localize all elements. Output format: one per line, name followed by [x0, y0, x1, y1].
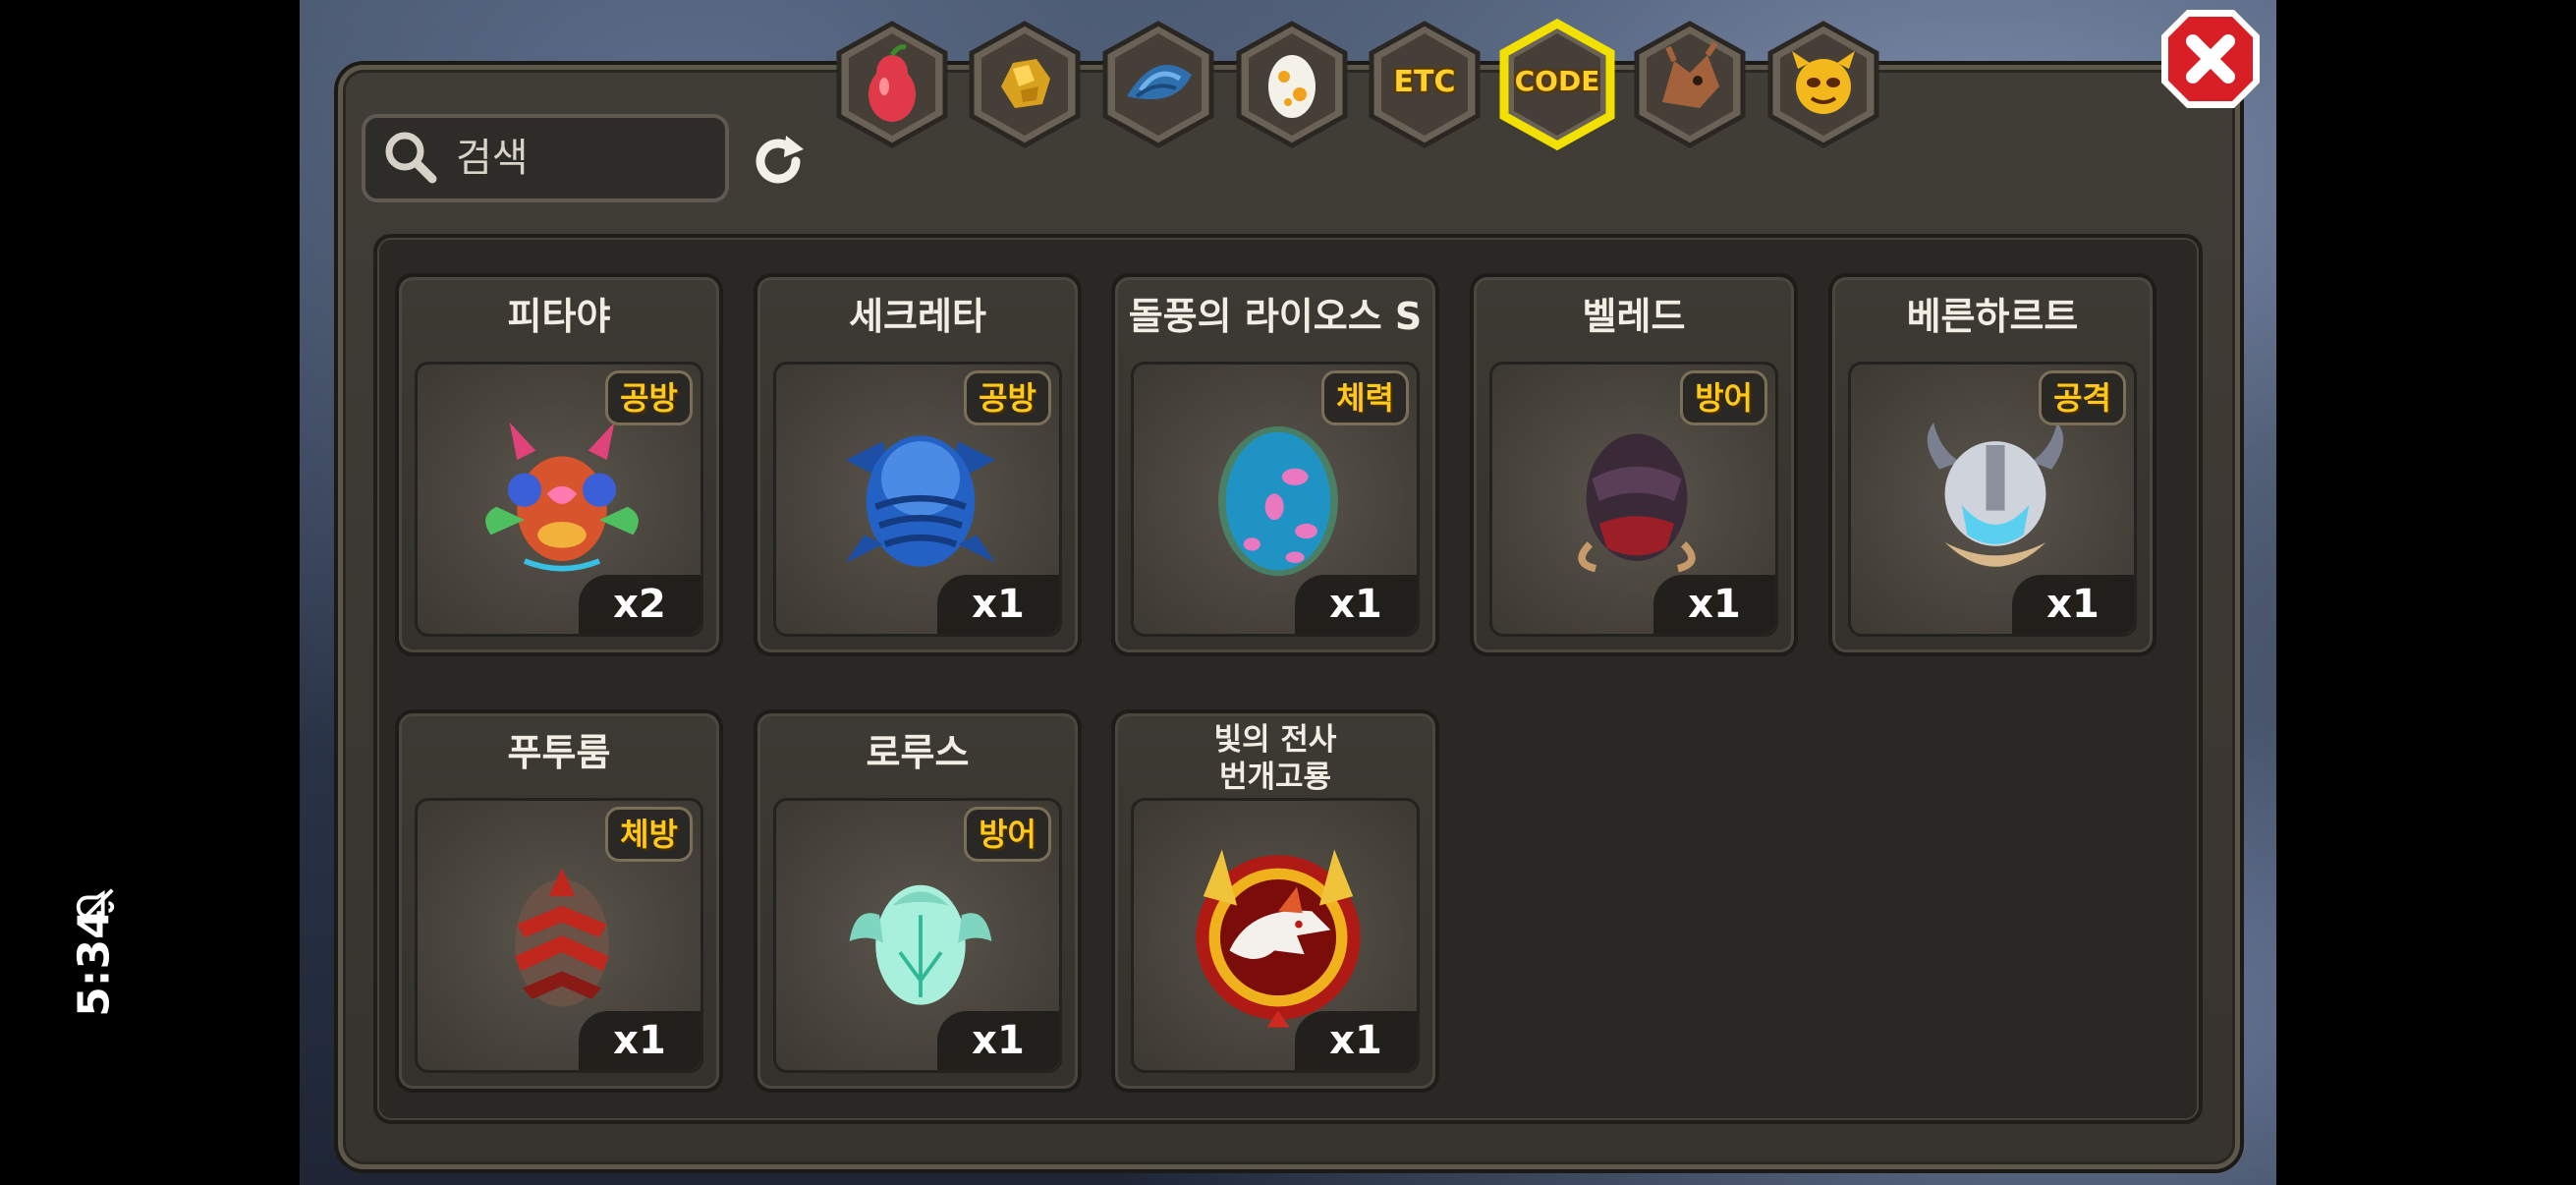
item-card[interactable]: 로루스방어 x1 — [754, 709, 1082, 1093]
tab-egg[interactable] — [1231, 18, 1353, 151]
tab-monster[interactable] — [1763, 18, 1884, 151]
item-card[interactable]: 피타야공방 x2 — [395, 273, 723, 656]
red-spiked-egg-icon — [515, 868, 609, 1007]
item-card[interactable]: 벨레드방어 x1 — [1470, 273, 1798, 656]
item-slot: 공방 x2 — [415, 362, 703, 637]
item-quantity: x1 — [937, 575, 1059, 634]
item-name: 피타야 — [507, 295, 611, 338]
item-name: 베른하르트 — [1906, 295, 2079, 338]
item-slot: 체력 x1 — [1131, 362, 1420, 637]
egg-icon — [1268, 55, 1316, 118]
item-quantity: x1 — [1295, 1011, 1417, 1070]
item-card[interactable]: 빛의 전사 번개고룡 x1 — [1111, 709, 1439, 1093]
stat-badge: 체력 — [1321, 370, 1409, 425]
tab-etc[interactable]: ETC — [1364, 18, 1485, 151]
tab-fruit[interactable] — [831, 18, 953, 151]
item-name: 벨레드 — [1582, 295, 1686, 338]
blue-scaled-egg-icon — [845, 435, 996, 567]
hexagon-tab-frame — [969, 21, 1081, 148]
item-quantity: x1 — [1295, 575, 1417, 634]
hexagon-tab-frame — [1634, 21, 1746, 148]
stat-badge: 체방 — [605, 807, 693, 862]
hexagon-tab-frame — [1236, 21, 1348, 148]
winged-mint-egg-icon — [849, 884, 992, 1005]
item-name: 돌풍의 라이오스 S — [1128, 295, 1423, 338]
tab-label: ETC — [1393, 65, 1456, 99]
item-slot: 방어 x1 — [773, 798, 1062, 1073]
item-slot: 공격 x1 — [1848, 362, 2137, 637]
flower-dragon-egg-icon — [485, 423, 639, 572]
item-quantity: x1 — [579, 1011, 700, 1070]
item-slot: 방어 x1 — [1489, 362, 1778, 637]
item-name: 세크레타 — [849, 295, 986, 338]
search-input[interactable] — [454, 128, 713, 189]
tab-code[interactable]: CODE — [1496, 18, 1618, 151]
item-slot: x1 — [1131, 798, 1420, 1073]
item-quantity: x1 — [2012, 575, 2134, 634]
dark-armored-egg-icon — [1578, 433, 1696, 573]
item-quantity: x1 — [937, 1011, 1059, 1070]
item-slot: 체방 x1 — [415, 798, 703, 1073]
item-name: 푸투룸 — [507, 731, 611, 774]
spotted-egg-icon — [1218, 425, 1338, 577]
clock: 5:34 — [69, 909, 120, 1017]
stat-badge: 공방 — [964, 370, 1051, 425]
tab-dragon[interactable] — [1629, 18, 1751, 151]
item-name: 빛의 전사 번개고룡 — [1213, 722, 1337, 795]
item-slot: 공방 x1 — [773, 362, 1062, 637]
search-icon — [385, 132, 437, 184]
tab-scale[interactable] — [1097, 18, 1219, 151]
stat-badge: 공격 — [2039, 370, 2126, 425]
item-card[interactable]: 돌풍의 라이오스 S 체력 x1 — [1111, 273, 1439, 656]
item-quantity: x2 — [579, 575, 700, 634]
hexagon-tab-frame — [836, 21, 948, 148]
stat-badge: 방어 — [964, 807, 1051, 862]
item-card[interactable]: 세크레타공방 x1 — [754, 273, 1082, 656]
item-name: 로루스 — [866, 731, 970, 774]
tab-label: CODE — [1514, 65, 1600, 97]
item-card[interactable]: 베른하르트공격 x1 — [1828, 273, 2156, 656]
refresh-icon[interactable] — [743, 126, 813, 197]
stat-badge: 방어 — [1680, 370, 1767, 425]
stat-badge: 공방 — [605, 370, 693, 425]
system-status-bar: 5:34 — [0, 0, 196, 1185]
tab-gold[interactable] — [964, 18, 1086, 151]
close-button[interactable] — [2156, 4, 2266, 114]
viking-helmet-egg-icon — [1927, 423, 2064, 567]
lightning-dragon-emblem-icon — [1196, 849, 1361, 1028]
item-quantity: x1 — [1653, 575, 1775, 634]
hexagon-tab-frame — [1767, 21, 1879, 148]
hexagon-tab-frame — [1102, 21, 1214, 148]
item-card[interactable]: 푸투룸체방 x1 — [395, 709, 723, 1093]
